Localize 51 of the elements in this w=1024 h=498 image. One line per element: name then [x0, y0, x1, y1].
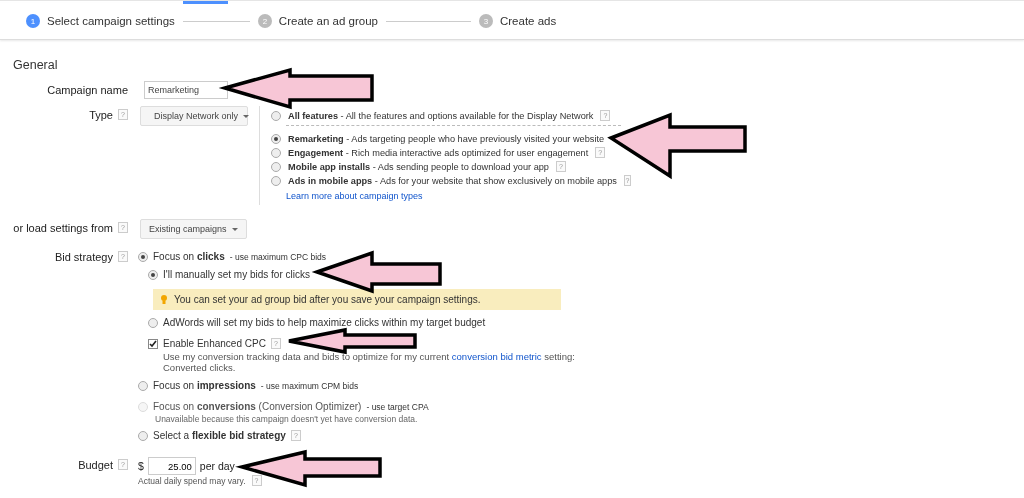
step-label[interactable]: Create ads — [499, 15, 557, 27]
step-label[interactable]: Create an ad group — [278, 15, 378, 27]
option-label: Remarketing - Ads targeting people who have previously visited your website — [288, 133, 605, 144]
option-note: - use maximum CPM bids — [260, 380, 359, 391]
lightbulb-icon — [161, 294, 167, 305]
field-label: Budget — [78, 459, 113, 471]
option-note: - use maximum CPC bids — [229, 251, 327, 262]
conversion-link[interactable]: conversion bid metric — [451, 351, 542, 362]
step-number[interactable]: 2 — [257, 14, 272, 28]
field-label: Campaign name — [47, 84, 128, 96]
option-label: Ads in mobile apps - Ads for your website that show exclusively on mobile apps — [288, 175, 617, 186]
budget-unit: per day — [199, 460, 235, 472]
currency-symbol: $ — [138, 460, 144, 472]
option-label: Focus on clicks — [153, 251, 225, 262]
radio-button[interactable] — [271, 175, 281, 186]
radio-button[interactable] — [271, 133, 281, 144]
option-label: Mobile app installs - Ads sending people to download your app — [288, 161, 549, 172]
radio-button[interactable] — [271, 161, 281, 172]
radio-button[interactable] — [271, 147, 281, 158]
option-label: Select a flexible bid strategy — [153, 430, 286, 441]
campaigns-dropdown[interactable]: Existing campaigns — [140, 219, 247, 239]
option-description: Use my conversion tracking data and bids to optimize for my current conversion bid metric setting: Converted clicks. — [163, 351, 576, 373]
radio-button[interactable] — [138, 430, 148, 441]
section-title: General — [13, 58, 59, 72]
tip-text: You can set your ad group bid after you save your campaign settings. — [174, 294, 481, 305]
learn-more-link[interactable]: Learn more about campaign types — [286, 191, 423, 201]
step-label[interactable]: Select campaign settings — [47, 15, 175, 27]
radio-button[interactable] — [271, 110, 281, 121]
radio-button[interactable] — [138, 251, 148, 262]
field-label: Type — [89, 109, 113, 121]
option-label: Focus on conversions (Conversion Optimizer) — [153, 401, 362, 412]
network-dropdown[interactable]: Display Network only — [140, 106, 248, 126]
budget-note: Actual daily spend may vary. — [138, 475, 246, 486]
radio-button[interactable] — [148, 269, 158, 280]
option-label: All features - All the features and options available for the Display Network — [288, 110, 594, 121]
budget-field[interactable]: 25.00 — [147, 457, 196, 475]
field-label: Bid strategy — [54, 251, 113, 263]
checkbox-label: Enable Enhanced CPC — [163, 338, 266, 349]
checkbox[interactable] — [148, 338, 158, 349]
option-label: Focus on impressions — [153, 380, 256, 391]
campaign-name-field[interactable]: Remarketing — [144, 81, 228, 99]
option-label: I'll manually set my bids for clicks — [163, 269, 310, 280]
radio-button[interactable] — [138, 380, 148, 391]
radio-button[interactable] — [148, 317, 158, 328]
step-number[interactable]: 1 — [26, 14, 40, 28]
field-label: or load settings from — [13, 222, 113, 234]
option-label: Engagement - Rich media interactive ads optimized for user engagement — [288, 147, 589, 158]
option-label: AdWords will set my bids to help maximize clicks within my target budget — [163, 317, 486, 328]
tab-indicator — [183, 1, 228, 4]
option-note: - use target CPA — [366, 401, 429, 412]
option-hint: Unavailable because this campaign doesn't yet have conversion data. — [155, 414, 419, 424]
